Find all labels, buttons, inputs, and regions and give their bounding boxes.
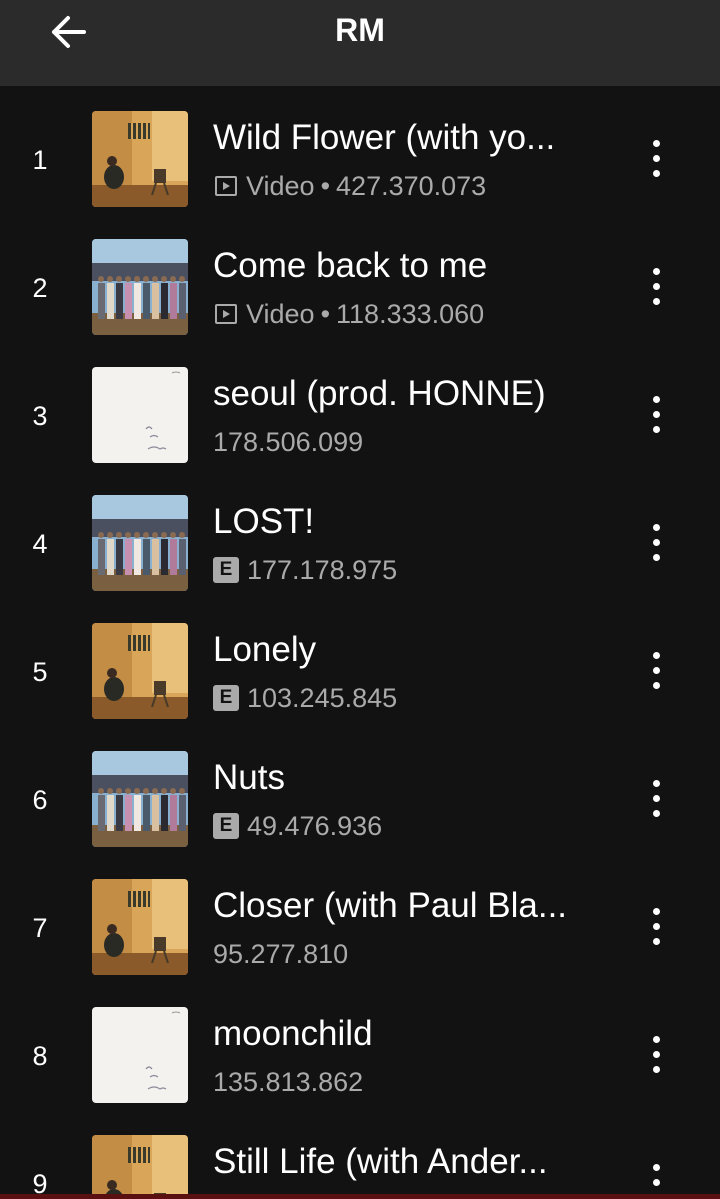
- explicit-badge-icon: E: [213, 685, 239, 711]
- more-vert-icon: [652, 410, 660, 418]
- more-vert-icon: [652, 1178, 660, 1186]
- album-art-thumbnail: [92, 239, 188, 335]
- track-rank: 8: [32, 1041, 48, 1071]
- more-vert-icon: [652, 794, 660, 802]
- play-count: 177.178.975: [247, 554, 398, 585]
- more-vert-icon: [652, 937, 660, 945]
- track-meta: E 103.245.845: [213, 678, 397, 718]
- play-count: 135.813.862: [213, 1066, 364, 1097]
- play-count: 49.476.936: [247, 810, 383, 841]
- video-icon: [215, 176, 237, 196]
- album-art-thumbnail: [92, 1135, 188, 1199]
- track-title: Wild Flower (with yo...: [213, 118, 556, 157]
- play-count: 103.245.845: [247, 682, 398, 713]
- more-options-button[interactable]: [636, 388, 676, 440]
- track-row[interactable]: 1 Wild Flower (with yo... Video • 427.370.07…: [0, 86, 720, 214]
- more-options-button[interactable]: [636, 1156, 676, 1199]
- more-vert-icon: [652, 907, 660, 915]
- more-vert-icon: [652, 425, 660, 433]
- play-count: 118.333.060: [336, 298, 485, 329]
- track-row[interactable]: 4 LOST! E 177.178.975: [0, 470, 720, 598]
- more-options-button[interactable]: [636, 260, 676, 312]
- album-art-thumbnail: [92, 1007, 188, 1103]
- more-options-button[interactable]: [636, 516, 676, 568]
- more-vert-icon: [652, 139, 660, 147]
- meta-separator: •: [320, 170, 331, 201]
- track-title: Closer (with Paul Bla...: [213, 886, 568, 925]
- play-count: 95.277.810: [213, 938, 349, 969]
- play-count: 178.506.099: [213, 426, 364, 457]
- track-rank: 5: [32, 657, 48, 687]
- track-meta: E 177.178.975: [213, 550, 397, 590]
- more-options-button[interactable]: [636, 644, 676, 696]
- more-vert-icon: [652, 553, 660, 561]
- more-vert-icon: [652, 267, 660, 275]
- album-art-thumbnail: [92, 751, 188, 847]
- track-type: Video: [246, 298, 315, 329]
- more-vert-icon: [652, 395, 660, 403]
- track-row[interactable]: 6 Nuts E 49.476.936: [0, 726, 720, 854]
- more-vert-icon: [652, 779, 660, 787]
- track-list: 1 Wild Flower (with yo... Video • 427.370.07…: [0, 86, 720, 1199]
- more-vert-icon: [652, 1065, 660, 1073]
- track-title: Still Life (with Ander...: [213, 1142, 548, 1181]
- track-meta: 95.277.810: [213, 934, 348, 974]
- now-playing-bar-edge: [0, 1194, 720, 1199]
- more-vert-icon: [652, 651, 660, 659]
- track-title: seoul (prod. HONNE): [213, 374, 546, 413]
- album-art-thumbnail: [92, 367, 188, 463]
- more-vert-icon: [652, 538, 660, 546]
- track-title: Nuts: [213, 758, 285, 797]
- more-vert-icon: [652, 1035, 660, 1043]
- track-title: LOST!: [213, 502, 315, 541]
- track-meta: Video • 118.333.060: [213, 294, 484, 334]
- track-row[interactable]: 8 moonchild 135.813.862: [0, 982, 720, 1110]
- explicit-badge-icon: E: [213, 813, 239, 839]
- track-row[interactable]: 5 Lonely E 103.245.845: [0, 598, 720, 726]
- more-vert-icon: [652, 154, 660, 162]
- track-rank: 1: [32, 145, 48, 175]
- track-rank: 2: [32, 273, 48, 303]
- play-count: 427.370.073: [336, 170, 487, 201]
- more-vert-icon: [652, 297, 660, 305]
- more-vert-icon: [652, 666, 660, 674]
- track-row[interactable]: 7 Closer (with Paul Bla... 95.277.810: [0, 854, 720, 982]
- page-title: RM: [335, 12, 385, 48]
- meta-separator: •: [320, 298, 331, 329]
- track-rank: 7: [32, 913, 48, 943]
- track-row[interactable]: 2 Come back to me Video • 118.333.060: [0, 214, 720, 342]
- album-art-thumbnail: [92, 111, 188, 207]
- track-type: Video: [246, 170, 315, 201]
- explicit-badge-icon: E: [213, 557, 239, 583]
- video-icon: [215, 304, 237, 324]
- more-vert-icon: [652, 169, 660, 177]
- track-title: moonchild: [213, 1014, 373, 1053]
- track-row[interactable]: 3 seoul (prod. HONNE) 178.506.099: [0, 342, 720, 470]
- track-rank: 3: [32, 401, 48, 431]
- more-vert-icon: [652, 681, 660, 689]
- more-vert-icon: [652, 809, 660, 817]
- track-title: Lonely: [213, 630, 317, 669]
- track-meta: 178.506.099: [213, 422, 363, 462]
- track-row[interactable]: 9 Still Life (with Ander...: [0, 1110, 720, 1199]
- more-vert-icon: [652, 1050, 660, 1058]
- more-options-button[interactable]: [636, 900, 676, 952]
- track-title: Come back to me: [213, 246, 488, 285]
- track-meta: 135.813.862: [213, 1062, 363, 1102]
- track-rank: 6: [32, 785, 48, 815]
- more-vert-icon: [652, 523, 660, 531]
- more-options-button[interactable]: [636, 772, 676, 824]
- more-vert-icon: [652, 282, 660, 290]
- more-vert-icon: [652, 922, 660, 930]
- album-art-thumbnail: [92, 879, 188, 975]
- top-app-bar: RM: [0, 0, 720, 86]
- more-options-button[interactable]: [636, 132, 676, 184]
- album-art-thumbnail: [92, 623, 188, 719]
- more-vert-icon: [652, 1163, 660, 1171]
- more-options-button[interactable]: [636, 1028, 676, 1080]
- track-meta: Video • 427.370.073: [213, 166, 486, 206]
- album-art-thumbnail: [92, 495, 188, 591]
- track-meta: E 49.476.936: [213, 806, 382, 846]
- track-rank: 4: [32, 529, 48, 559]
